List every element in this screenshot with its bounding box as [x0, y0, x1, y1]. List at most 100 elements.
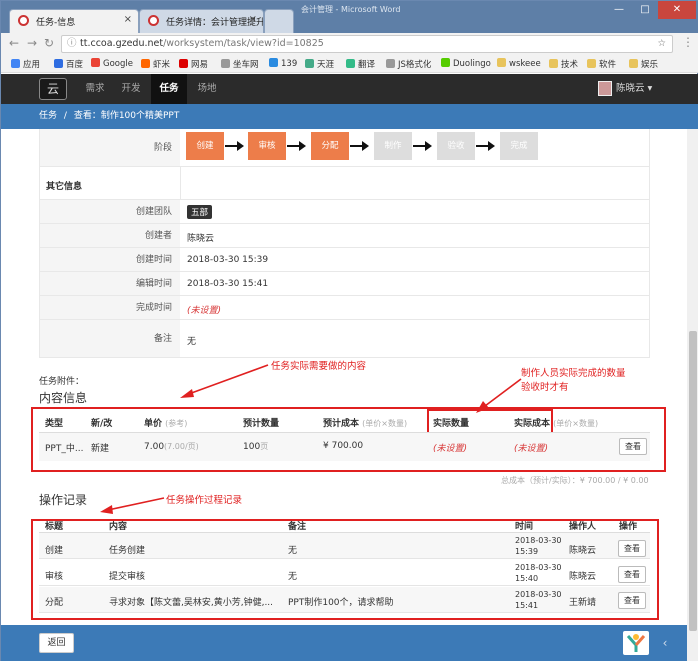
stage-label: 阶段	[40, 129, 180, 166]
nav-dev[interactable]: 开发	[115, 74, 147, 104]
bookmark-fun[interactable]: 娱乐	[629, 58, 658, 70]
new-tab-button[interactable]	[264, 9, 294, 33]
window-caption: 会计管理 - Microsoft Word	[301, 5, 401, 14]
log-title: 操作记录	[39, 493, 88, 507]
bookmark-google[interactable]: Google	[91, 58, 133, 69]
col-est-cost: 预计成本 (单价×数量)	[323, 419, 408, 429]
folder-icon	[497, 58, 506, 67]
annotation-actual-line2: 验收时才有	[521, 382, 569, 393]
info-label: 编辑时间	[40, 272, 180, 295]
duolingo-icon	[441, 58, 450, 67]
bookmark-zuoche[interactable]: 坐车网	[221, 58, 259, 70]
maximize-icon[interactable]: □	[632, 1, 658, 19]
site-favicon-icon	[18, 15, 29, 26]
cell-act-cost: (未设置)	[514, 444, 549, 454]
view-log-button[interactable]: 查看	[618, 566, 646, 583]
collapse-arrow-icon[interactable]: ‹	[653, 631, 677, 655]
breadcrumb-separator: /	[63, 111, 67, 121]
bookmark-netease[interactable]: 网易	[179, 58, 208, 70]
bookmark-star-icon[interactable]: ☆	[657, 36, 666, 52]
url-host: tt.ccoa.gzedu.net	[80, 38, 164, 49]
user-menu[interactable]: 陈晓云 ▾	[616, 74, 652, 104]
nav-demand[interactable]: 需求	[79, 74, 111, 104]
bookmark-jsformat[interactable]: JS格式化	[386, 58, 431, 70]
avatar[interactable]	[598, 81, 612, 96]
total-cost: 总成本（预计/实际）：¥ 700.00 / ¥ 0.00	[501, 476, 649, 485]
annotation-actual-line1: 制作人员实际完成的数量	[521, 368, 626, 379]
scrollbar-thumb[interactable]	[689, 331, 697, 631]
reload-icon[interactable]: ↻	[44, 36, 54, 50]
arrow-head-icon	[362, 141, 369, 151]
translate-icon	[346, 59, 355, 68]
col-est-qty: 预计数量	[243, 419, 280, 429]
stage-complete: 完成	[500, 132, 538, 160]
bookmark-wskeee[interactable]: wskeee	[497, 58, 541, 69]
close-window-icon[interactable]: ✕	[658, 1, 696, 19]
view-content-button[interactable]: 查看	[619, 438, 647, 455]
info-row-creator: 创建者 陈晓云	[39, 224, 650, 248]
log-col-time: 时间	[515, 522, 534, 532]
log-cell-title: 审核	[45, 572, 64, 582]
tab-task-info[interactable]: 任务-信息 ×	[9, 9, 139, 33]
col-act-cost: 实际成本 (单价×数量)	[514, 419, 599, 429]
info-value: 2018-03-30 15:39	[187, 255, 269, 265]
log-cell-content: 寻求对象【陈文蕾,吴林安,黄小芳,钟健,...	[109, 598, 274, 608]
info-row-finished-time: 完成时间 (未设置)	[39, 296, 650, 320]
info-row-remark: 备注 无	[39, 320, 650, 358]
bookmark-tech[interactable]: 技术	[549, 58, 578, 70]
breadcrumb-root[interactable]: 任务	[39, 111, 57, 121]
url-field[interactable]: ⓘ tt.ccoa.gzedu.net/worksystem/task/view…	[61, 35, 673, 53]
folder-icon	[587, 59, 596, 68]
back-button[interactable]: 返回	[39, 633, 74, 653]
nav-task[interactable]: 任务	[151, 74, 187, 104]
bookmark-duolingo[interactable]: Duolingo	[441, 58, 491, 69]
log-cell-user: 王新靖	[569, 598, 597, 608]
folder-icon	[549, 59, 558, 68]
back-arrow-icon[interactable]: ←	[9, 36, 19, 50]
log-cell-note: 无	[288, 546, 298, 556]
bookmark-tianya[interactable]: 天涯	[305, 58, 334, 70]
bookmark-translate[interactable]: 翻译	[346, 58, 375, 70]
yii-logo-icon[interactable]	[623, 631, 649, 655]
tab-title: 任务-信息	[36, 18, 76, 28]
nav-venue[interactable]: 场地	[191, 74, 223, 104]
info-value: 2018-03-30 15:41	[187, 279, 269, 289]
forward-arrow-icon[interactable]: →	[27, 36, 37, 50]
bookmark-apps[interactable]: 应用	[11, 58, 40, 70]
log-cell-time: 15:39	[515, 547, 539, 556]
site-favicon-icon	[148, 15, 159, 26]
bookmark-baidu[interactable]: 百度	[54, 58, 83, 70]
view-log-button[interactable]: 查看	[618, 592, 646, 609]
col-act-qty: 实际数量	[433, 419, 470, 429]
close-tab-icon[interactable]: ×	[249, 14, 257, 25]
info-row-team: 创建团队 五部	[39, 200, 650, 224]
arrow-head-icon	[425, 141, 432, 151]
url-path: /worksystem/task/view?id=10825	[163, 38, 324, 49]
stage-create: 创建	[186, 132, 224, 160]
info-label: 完成时间	[40, 296, 180, 319]
info-row-created-time: 创建时间 2018-03-30 15:39	[39, 248, 650, 272]
log-col-action: 操作	[619, 522, 638, 532]
view-log-button[interactable]: 查看	[618, 540, 646, 557]
content-info-title: 内容信息	[39, 391, 88, 405]
log-cell-note: 无	[288, 572, 298, 582]
cell-price: 7.00(7.00/页)	[144, 442, 199, 452]
main-content: 阶段 创建 审核 分配 制作 验收 完成 其它信息 创建团队 五部 创建者 陈晓…	[1, 129, 687, 625]
tab-task-detail[interactable]: 任务详情：会计管理提升 ×	[139, 9, 264, 33]
minimize-icon[interactable]: —	[606, 1, 632, 19]
bookmark-139[interactable]: 139	[269, 58, 297, 69]
bookmark-software[interactable]: 软件	[587, 58, 616, 70]
log-cell-content: 任务创建	[109, 546, 146, 556]
col-new-edit: 新/改	[91, 419, 113, 429]
annotation-arrow-icon	[180, 364, 269, 398]
stage-review: 审核	[248, 132, 286, 160]
log-cell-date: 2018-03-30	[515, 590, 562, 599]
log-cell-time: 15:40	[515, 574, 539, 583]
bookmark-xiami[interactable]: 虾米	[141, 58, 170, 70]
app-logo[interactable]: 云	[39, 78, 67, 100]
close-tab-icon[interactable]: ×	[124, 14, 132, 25]
log-cell-title: 创建	[45, 546, 64, 556]
cell-est-cost: ¥ 700.00	[323, 441, 364, 451]
log-cell-user: 陈晓云	[569, 572, 597, 582]
menu-icon[interactable]: ⋮	[682, 35, 694, 49]
